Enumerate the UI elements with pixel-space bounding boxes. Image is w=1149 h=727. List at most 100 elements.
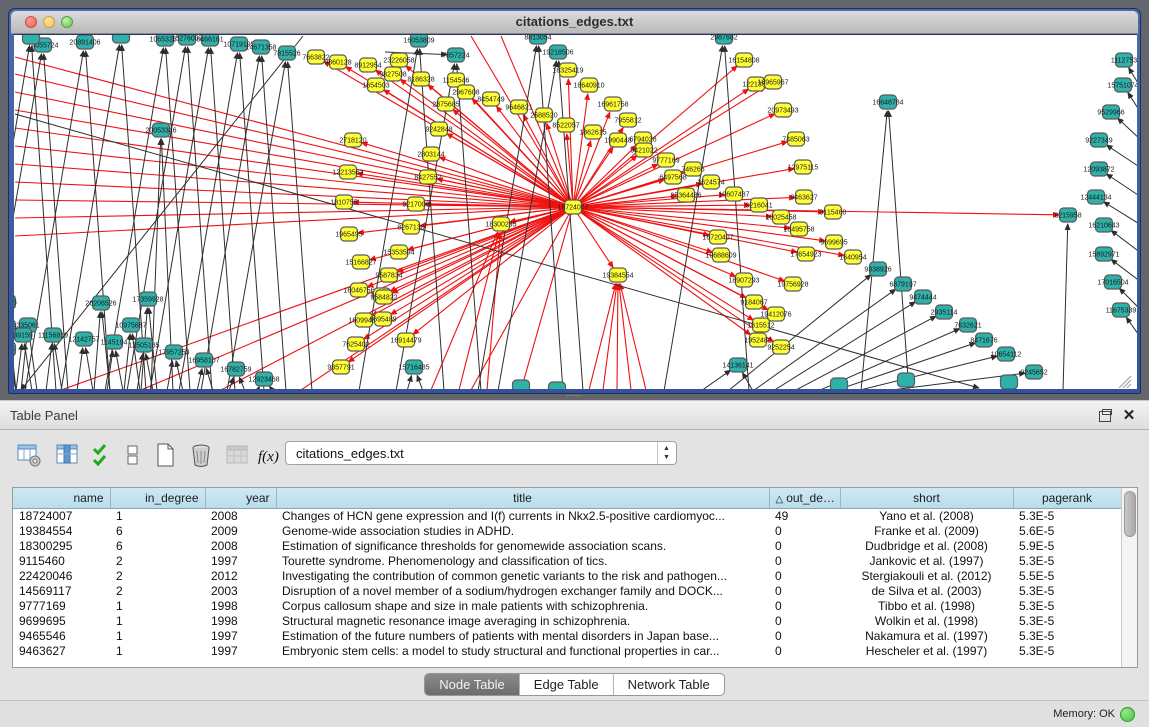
graph-node[interactable]: 7857224 <box>442 48 469 62</box>
column-header-title[interactable]: title <box>276 488 769 508</box>
column-header-pagerank[interactable]: pagerank <box>1013 488 1121 508</box>
graph-node[interactable]: 8912954 <box>354 58 381 72</box>
graph-node[interactable]: 19384554 <box>602 268 633 282</box>
table-cell[interactable]: Investigating the contribution of common… <box>276 568 769 583</box>
table-cell[interactable]: Changes of HCN gene expression and I(f) … <box>276 508 769 523</box>
graph-node[interactable]: 15892971 <box>1088 247 1119 261</box>
table-cell[interactable]: 1 <box>110 598 205 613</box>
table-cell[interactable]: 0 <box>769 538 840 553</box>
table-cell[interactable]: 0 <box>769 568 840 583</box>
graph-node[interactable]: 8427552 <box>414 170 441 184</box>
deselect-all-button[interactable] <box>118 440 148 470</box>
table-cell[interactable]: 1 <box>110 613 205 628</box>
graph-node[interactable]: 12923468 <box>248 372 279 386</box>
graph-node[interactable]: 12093872 <box>1083 162 1114 176</box>
table-cell[interactable]: 18300295 <box>13 538 110 553</box>
table-cell[interactable]: 9777169 <box>13 598 110 613</box>
graph-node[interactable]: 17654923 <box>790 247 821 261</box>
table-cell[interactable]: Franke et al. (2009) <box>840 523 1013 538</box>
graph-node[interactable]: 16053809 <box>403 35 434 47</box>
table-cell[interactable]: 1 <box>110 508 205 523</box>
table-cell[interactable]: Nakamura et al. (1997) <box>840 628 1013 643</box>
graph-node[interactable]: 18640910 <box>573 78 604 92</box>
graph-node[interactable]: 16958107 <box>188 353 219 367</box>
graph-node[interactable]: 9474444 <box>909 290 936 304</box>
graph-node[interactable] <box>1001 375 1018 389</box>
graph-node[interactable]: 17016504 <box>1097 275 1128 289</box>
graph-node[interactable]: 16720407 <box>702 230 733 244</box>
table-cell[interactable]: 5.9E-5 <box>1013 538 1121 553</box>
table-cell[interactable]: 5.3E-5 <box>1013 598 1121 613</box>
graph-node[interactable]: 8215958 <box>1054 208 1081 222</box>
column-header-name[interactable]: name <box>13 488 110 508</box>
table-cell[interactable]: 22420046 <box>13 568 110 583</box>
table-cell[interactable]: Wolkin et al. (1998) <box>840 613 1013 628</box>
graph-node[interactable]: 12444134 <box>1080 190 1111 204</box>
table-cell[interactable]: 1998 <box>205 598 276 613</box>
graph-node[interactable] <box>549 382 566 389</box>
table-cell[interactable]: Tourette syndrome. Phenomenology and cla… <box>276 553 769 568</box>
table-cell[interactable]: 1997 <box>205 553 276 568</box>
graph-node[interactable]: 8267130 <box>397 220 424 234</box>
graph-node[interactable]: 16914479 <box>390 333 421 347</box>
table-row[interactable]: 1872400712008Changes of HCN gene express… <box>13 508 1121 523</box>
graph-node[interactable]: 10025458 <box>765 210 796 224</box>
graph-node[interactable]: 10654112 <box>991 347 1022 361</box>
table-cell[interactable]: de Silva et al. (2003) <box>840 583 1013 598</box>
graph-node[interactable]: 20206526 <box>85 296 116 310</box>
table-cell[interactable]: Estimation of significance thresholds fo… <box>276 538 769 553</box>
delete-columns-button[interactable] <box>186 440 216 470</box>
graph-node[interactable]: 16210643 <box>1088 218 1119 232</box>
table-cell[interactable]: 5.5E-5 <box>1013 568 1121 583</box>
table-cell[interactable]: 2008 <box>205 538 276 553</box>
graph-node[interactable]: 16782759 <box>220 362 251 376</box>
graph-node[interactable]: 39159 <box>14 328 33 342</box>
table-cell[interactable]: Disruption of a novel member of a sodium… <box>276 583 769 598</box>
table-cell[interactable]: 14569117 <box>13 583 110 598</box>
table-cell[interactable]: 5.3E-5 <box>1013 628 1121 643</box>
table-cell[interactable]: 2008 <box>205 508 276 523</box>
graph-node[interactable]: 23226058 <box>383 53 414 67</box>
table-cell[interactable]: Yano et al. (2008) <box>840 508 1013 523</box>
graph-node[interactable]: 9699695 <box>820 235 847 249</box>
table-cell[interactable]: 18724007 <box>13 508 110 523</box>
graph-node[interactable]: 14136141 <box>722 358 753 372</box>
graph-node[interactable]: 7485063 <box>782 132 809 146</box>
graph-node[interactable]: 8471676 <box>970 333 997 347</box>
table-row[interactable]: 1456911722003Disruption of a novel membe… <box>13 583 1121 598</box>
graph-node[interactable]: 2588520 <box>530 108 557 122</box>
graph-node[interactable]: 8522057 <box>552 118 579 132</box>
graph-node[interactable]: 8813054 <box>524 35 551 44</box>
table-cell[interactable]: Structural magnetic resonance image aver… <box>276 613 769 628</box>
graph-node[interactable]: 8454749 <box>477 92 504 106</box>
table-row[interactable]: 946362711997Embryonic stem cells: a mode… <box>13 643 1121 658</box>
graph-node[interactable]: 18495758 <box>783 222 814 236</box>
table-cell[interactable]: 9463627 <box>13 643 110 658</box>
table-cell[interactable]: 2009 <box>205 523 276 538</box>
table-cell[interactable]: Tibbo et al. (1998) <box>840 598 1013 613</box>
graph-node[interactable]: 12142757 <box>68 332 99 346</box>
graph-node[interactable]: 9227349 <box>1085 133 1112 147</box>
graph-node[interactable]: 1036 <box>14 342 16 356</box>
graph-node[interactable]: 15716485 <box>398 360 429 374</box>
table-cell[interactable]: 9465546 <box>13 628 110 643</box>
graph-node[interactable] <box>831 378 848 389</box>
tab-edge-table[interactable]: Edge Table <box>520 674 614 695</box>
graph-node[interactable] <box>898 373 915 387</box>
table-cell[interactable]: 0 <box>769 628 840 643</box>
tab-node-table[interactable]: Node Table <box>425 674 520 695</box>
column-header-year[interactable]: year <box>205 488 276 508</box>
table-cell[interactable]: Estimation of the future numbers of pati… <box>276 628 769 643</box>
table-cell[interactable]: 9115460 <box>13 553 110 568</box>
table-cell[interactable]: 6 <box>110 538 205 553</box>
close-panel-button[interactable]: ✕ <box>1121 408 1137 424</box>
table-cell[interactable]: 0 <box>769 583 840 598</box>
graph-node[interactable]: 9421022 <box>630 143 657 157</box>
table-cell[interactable]: 2012 <box>205 568 276 583</box>
graph-node[interactable]: 1965495 <box>335 227 362 241</box>
table-cell[interactable]: 0 <box>769 553 840 568</box>
graph-node[interactable]: 1640954 <box>839 250 866 264</box>
table-cell[interactable]: 2 <box>110 553 205 568</box>
table-cell[interactable]: 5.6E-5 <box>1013 523 1121 538</box>
graph-node[interactable]: 1990448 <box>604 133 631 147</box>
